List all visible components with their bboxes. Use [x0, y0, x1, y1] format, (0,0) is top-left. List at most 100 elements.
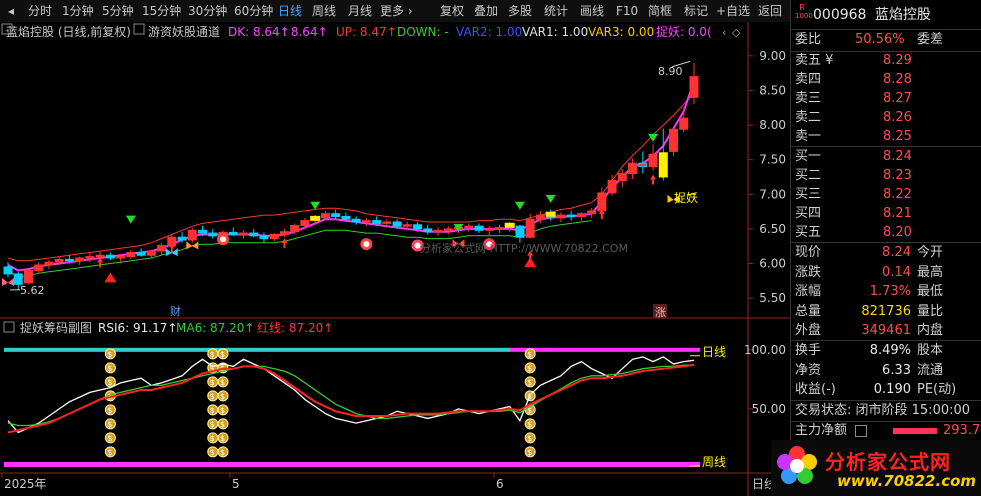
dk-value-2: : 8.64↑ [283, 25, 328, 39]
coin-icon: $ [104, 446, 116, 458]
stat-label-2: 今开 [917, 245, 944, 260]
toolbar-item-12[interactable]: 多股 [508, 3, 532, 19]
buy-level-4[interactable]: 买四 8.21 [795, 204, 977, 224]
indicator-name: 游资妖股通道 [148, 25, 220, 39]
toolbar-item-0[interactable]: 分时 [28, 3, 52, 19]
x-axis-label: 6 [496, 477, 504, 491]
rixian-label: 日线 [702, 345, 726, 359]
band-magenta [510, 347, 700, 352]
svg-text:$: $ [210, 378, 215, 387]
toolbar-item-13[interactable]: 统计 [544, 3, 568, 19]
close-icon[interactable]: ◇ [732, 26, 741, 39]
level-label: 卖一 [795, 129, 822, 144]
stat-value: 8.49% [869, 343, 911, 358]
svg-text:$: $ [210, 448, 215, 457]
toolbar-item-10[interactable]: 复权 [440, 3, 464, 19]
band-cyan [4, 347, 310, 352]
svg-text:$: $ [210, 434, 215, 443]
sell-level-1[interactable]: 卖一 8.25 [795, 127, 977, 147]
toolbar-item-16[interactable]: 简框 [648, 3, 672, 19]
svg-text:$: $ [220, 406, 225, 415]
stat-row-0: 换手 8.49% 股本 [795, 341, 977, 361]
coin-icon: $ [217, 376, 229, 388]
x-axis-label: 5 [232, 477, 240, 491]
var2-value: VAR2: 1.00 [456, 25, 522, 39]
coin-icon: $ [104, 418, 116, 430]
coin-icon: $ [207, 446, 219, 458]
up-value: UP: 8.47↑ [336, 25, 397, 39]
toolbar-item-19[interactable]: 返回 [758, 3, 782, 19]
level-label: 买一 [795, 149, 822, 164]
toolbar-item-15[interactable]: F10 [616, 3, 638, 19]
stat-value: 821736 [861, 303, 911, 319]
price-tick-label: 9.00 [759, 49, 786, 63]
svg-text:$: $ [527, 378, 532, 387]
sub-tick-label: 50.00 [752, 402, 786, 416]
svg-text:$: $ [107, 350, 112, 359]
stat-value: 0.14 [882, 264, 911, 280]
weibi-label: 委比 [795, 32, 822, 47]
sell-level-5[interactable]: 卖五 ¥ 8.29 [795, 51, 977, 71]
svg-text:$: $ [210, 406, 215, 415]
svg-text:$: $ [107, 420, 112, 429]
coin-icon: $ [217, 390, 229, 402]
sell-level-2[interactable]: 卖二 8.26 [795, 108, 977, 128]
price-tick-label: 8.50 [759, 83, 786, 97]
coin-icon: $ [104, 432, 116, 444]
site-logo: 分析家公式网 www.70822.com [771, 440, 981, 496]
coin-icon: $ [524, 418, 536, 430]
svg-text:$: $ [210, 420, 215, 429]
zhouxian-band [4, 462, 700, 467]
stat-label-2: PE(动) [917, 382, 957, 397]
candle [187, 227, 197, 243]
toolbar-scroll-icon[interactable]: ◂ [8, 3, 14, 19]
stat-label: 涨跌 [795, 264, 822, 280]
toolbar-item-11[interactable]: 叠加 [474, 3, 498, 19]
scroll-left-icon[interactable]: ‹ [722, 26, 726, 39]
coin-icon: $ [207, 418, 219, 430]
toolbar-item-14[interactable]: 画线 [580, 3, 604, 19]
coin-icon: $ [524, 376, 536, 388]
toolbar-item-2[interactable]: 5分钟 [102, 3, 134, 19]
flower-logo-icon [775, 444, 819, 488]
stock-code: 000968 [813, 7, 867, 23]
main-net-toggle-icon[interactable] [855, 425, 867, 437]
stat-label-2: 流通 [917, 362, 944, 378]
toolbar-item-6[interactable]: 日线 [278, 3, 302, 19]
svg-text:$: $ [220, 350, 225, 359]
buy-level-3[interactable]: 买三 8.22 [795, 185, 977, 205]
coin-icon: $ [207, 390, 219, 402]
toolbar-item-3[interactable]: 15分钟 [142, 3, 181, 19]
buy-level-1[interactable]: 买一 8.24 [795, 147, 977, 167]
sell-level-3[interactable]: 卖三 8.27 [795, 89, 977, 109]
sell-level-4[interactable]: 卖四 8.28 [795, 70, 977, 90]
svg-text:$: $ [210, 392, 215, 401]
stat-label-2: 最高 [917, 264, 944, 280]
level-price: 8.20 [883, 225, 912, 240]
zhang-marker: 涨 [655, 306, 666, 319]
toolbar-item-18[interactable]: +自选 [716, 3, 750, 19]
stat-value: 6.33 [882, 362, 911, 378]
level-label: 买四 [795, 206, 822, 221]
toolbar-item-7[interactable]: 周线 [312, 3, 336, 19]
level-label: 卖五 ¥ [795, 53, 834, 68]
stat-value: 0.190 [873, 382, 911, 397]
svg-text:$: $ [220, 434, 225, 443]
toolbar-item-17[interactable]: 标记 [684, 3, 708, 19]
toolbar-item-8[interactable]: 月线 [348, 3, 372, 19]
toolbar-item-5[interactable]: 60分钟 [234, 3, 273, 19]
logo-url: www.70822.com [837, 472, 977, 490]
stat-label-2: 最低 [917, 284, 944, 299]
buy-level-5[interactable]: 买五 8.20 [795, 223, 977, 243]
stat-label-2: 内盘 [917, 323, 944, 338]
var3-marker [545, 211, 556, 217]
var3-value: VAR3: 0.00 [588, 25, 654, 39]
ma6-value: MA6: 87.20↑ [176, 321, 254, 335]
level-price: 8.29 [883, 53, 912, 68]
candle [669, 126, 679, 157]
toolbar-item-1[interactable]: 1分钟 [62, 3, 94, 19]
toolbar-item-9[interactable]: 更多 › [380, 3, 413, 19]
buy-level-2[interactable]: 买二 8.23 [795, 166, 977, 186]
toolbar-item-4[interactable]: 30分钟 [188, 3, 227, 19]
svg-text:$: $ [107, 364, 112, 373]
